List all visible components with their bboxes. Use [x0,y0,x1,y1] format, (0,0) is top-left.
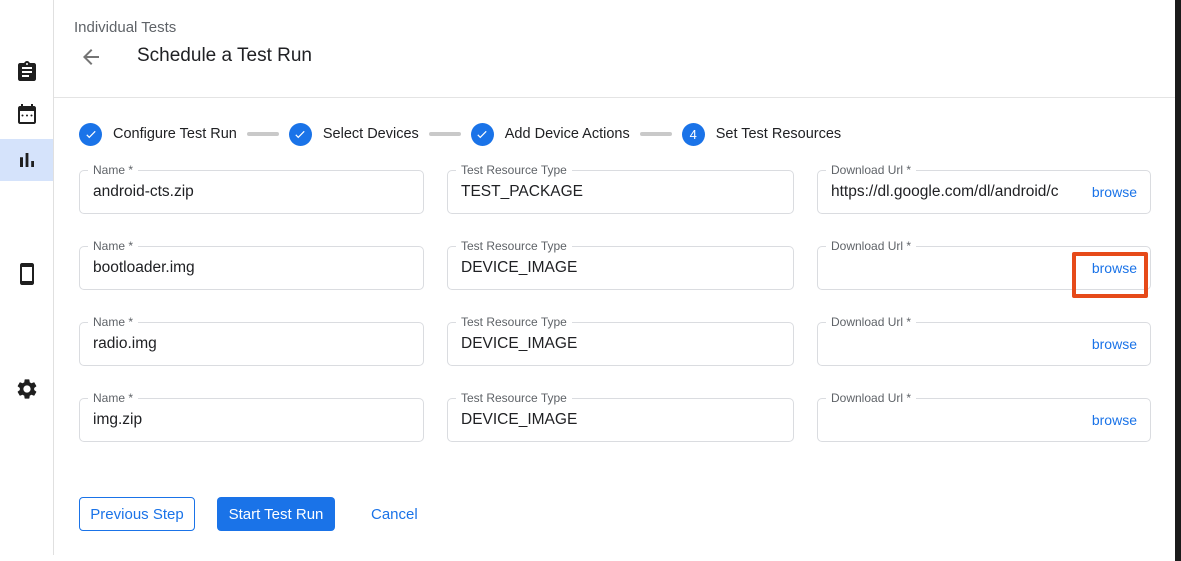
stepper-step-configure-test-run[interactable]: Configure Test Run [79,123,237,146]
field-label: Test Resource Type [456,239,572,254]
name-field-row-1[interactable]: Name * android-cts.zip [79,170,424,214]
field-label: Name * [88,163,138,178]
field-value: DEVICE_IMAGE [461,411,780,429]
field-value: android-cts.zip [93,183,410,201]
phone-icon [15,262,39,286]
name-field-row-3[interactable]: Name * radio.img [79,322,424,366]
field-value: DEVICE_IMAGE [461,335,780,353]
field-label: Test Resource Type [456,315,572,330]
action-bar: Previous Step Start Test Run Cancel [79,497,418,531]
clipboard-icon [15,60,39,84]
download-url-field-row-3[interactable]: Download Url * browse [817,322,1151,366]
previous-step-button[interactable]: Previous Step [79,497,195,531]
download-url-field-row-4[interactable]: Download Url * browse [817,398,1151,442]
sidebar-item-tests[interactable] [0,51,53,93]
sidebar-item-test-plans[interactable] [0,93,53,135]
name-field-row-2[interactable]: Name * bootloader.img [79,246,424,290]
step-complete-check-icon [289,123,312,146]
sidebar-item-settings[interactable] [0,368,53,410]
test-resources-form: Name * android-cts.zip Test Resource Typ… [79,170,1151,442]
step-label: Select Devices [323,126,419,142]
browse-link-row-1[interactable]: browse [1092,184,1137,200]
resource-type-field-row-1[interactable]: Test Resource Type TEST_PACKAGE [447,170,794,214]
field-label: Download Url * [826,239,916,254]
field-label: Name * [88,239,138,254]
download-url-field-row-2[interactable]: Download Url * browse [817,246,1151,290]
stepper-connector [429,132,461,136]
field-value: https://dl.google.com/dl/android/c [831,183,1082,201]
sidebar-item-test-runs[interactable] [0,139,53,181]
app-window: Individual Tests Schedule a Test Run Con… [0,0,1181,561]
calendar-icon [15,102,39,126]
sidebar [0,0,53,561]
sidebar-item-devices[interactable] [0,253,53,295]
step-complete-check-icon [79,123,102,146]
back-button[interactable] [79,45,103,69]
step-number-badge: 4 [682,123,705,146]
field-value: TEST_PACKAGE [461,183,780,201]
field-label: Test Resource Type [456,163,572,178]
window-edge-band [1175,0,1181,561]
field-value: bootloader.img [93,259,410,277]
resource-type-field-row-4[interactable]: Test Resource Type DEVICE_IMAGE [447,398,794,442]
step-label: Set Test Resources [716,126,841,142]
header-divider [54,97,1175,98]
stepper-step-set-test-resources[interactable]: 4 Set Test Resources [682,123,841,146]
field-value: img.zip [93,411,410,429]
field-label: Download Url * [826,315,916,330]
step-label: Configure Test Run [113,126,237,142]
field-label: Name * [88,391,138,406]
stepper-step-add-device-actions[interactable]: Add Device Actions [471,123,630,146]
field-label: Name * [88,315,138,330]
browse-link-row-4[interactable]: browse [1092,412,1137,428]
field-value: DEVICE_IMAGE [461,259,780,277]
sidebar-divider [53,0,54,555]
name-field-row-4[interactable]: Name * img.zip [79,398,424,442]
stepper-connector [247,132,279,136]
step-complete-check-icon [471,123,494,146]
field-value: radio.img [93,335,410,353]
gear-icon [15,377,39,401]
field-label: Download Url * [826,391,916,406]
browse-link-row-2[interactable]: browse [1092,260,1137,276]
resource-type-field-row-3[interactable]: Test Resource Type DEVICE_IMAGE [447,322,794,366]
bar-chart-icon [15,148,39,172]
resource-type-field-row-2[interactable]: Test Resource Type DEVICE_IMAGE [447,246,794,290]
stepper: Configure Test Run Select Devices Add De… [79,122,841,146]
cancel-button[interactable]: Cancel [371,497,418,531]
field-label: Download Url * [826,163,916,178]
field-label: Test Resource Type [456,391,572,406]
stepper-connector [640,132,672,136]
arrow-back-icon [79,45,103,69]
breadcrumb: Individual Tests [74,19,176,36]
page-title: Schedule a Test Run [137,45,312,67]
step-label: Add Device Actions [505,126,630,142]
stepper-step-select-devices[interactable]: Select Devices [289,123,419,146]
start-test-run-button[interactable]: Start Test Run [217,497,335,531]
download-url-field-row-1[interactable]: Download Url * https://dl.google.com/dl/… [817,170,1151,214]
browse-link-row-3[interactable]: browse [1092,336,1137,352]
